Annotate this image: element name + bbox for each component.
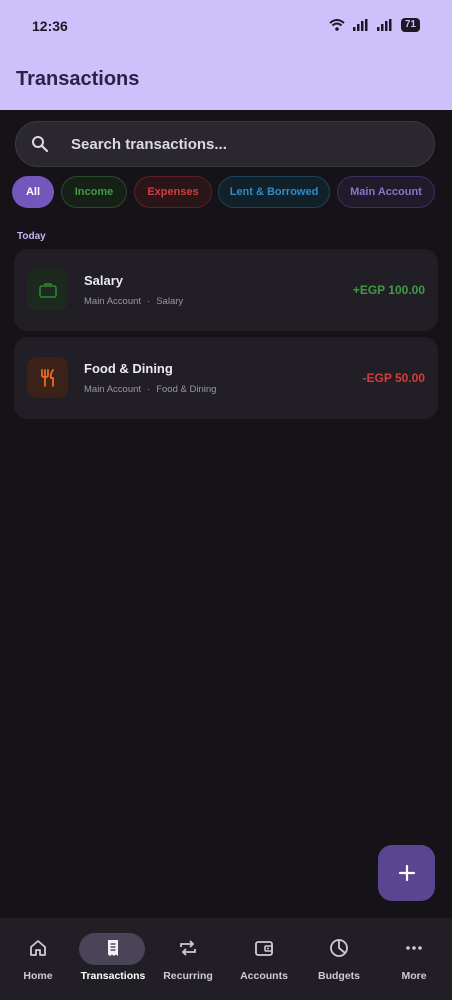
transaction-item[interactable]: Food & Dining Main Account · Food & Dini… (14, 337, 438, 419)
status-icons: 71 (329, 18, 420, 32)
nav-transactions[interactable]: Transactions (75, 918, 151, 1000)
app-bar: 12:36 71 Transactions (0, 0, 452, 110)
section-header-today: Today (17, 231, 46, 242)
search-input[interactable] (69, 134, 393, 154)
status-time: 12:36 (32, 18, 68, 34)
plus-icon (398, 864, 415, 882)
wallet-icon (255, 941, 273, 956)
add-transaction-button[interactable] (378, 845, 435, 901)
search-icon (32, 136, 49, 153)
bottom-navigation: Home Transactions Recurring Accounts Bud… (0, 918, 452, 1000)
receipt-icon (108, 940, 118, 956)
nav-more[interactable]: More (376, 918, 452, 1000)
wifi-icon (329, 19, 345, 31)
transaction-title: Food & Dining (84, 361, 173, 376)
page-title: Transactions (16, 68, 140, 90)
filter-chip-main-account[interactable]: Main Account (337, 176, 435, 208)
battery-indicator: 71 (400, 18, 420, 32)
briefcase-icon (38, 282, 57, 298)
filter-chips: All Income Expenses Lent & Borrowed Main… (12, 176, 452, 208)
transaction-account: Main Account (84, 384, 142, 395)
fork-knife-icon (40, 368, 54, 387)
transaction-icon-bg (27, 269, 68, 310)
nav-label: Transactions (80, 970, 146, 982)
transaction-meta: Main Account · Salary (84, 296, 183, 307)
more-icon (406, 946, 422, 950)
nav-accounts[interactable]: Accounts (226, 918, 302, 1000)
filter-chip-income[interactable]: Income (61, 176, 127, 208)
nav-label: Budgets (318, 970, 360, 982)
repeat-icon (180, 940, 196, 956)
nav-label: Accounts (240, 970, 288, 982)
transaction-account: Main Account (84, 296, 142, 307)
meta-separator: · (147, 384, 151, 395)
home-icon (30, 940, 46, 956)
search-bar[interactable] (15, 121, 435, 167)
transaction-category: Food & Dining (156, 384, 217, 395)
filter-chip-expenses[interactable]: Expenses (134, 176, 212, 208)
meta-separator: · (147, 296, 151, 307)
nav-recurring[interactable]: Recurring (150, 918, 226, 1000)
transaction-category: Salary (156, 296, 184, 307)
nav-label: More (401, 970, 427, 982)
transaction-amount: -EGP 50.00 (362, 371, 425, 385)
transaction-title: Salary (84, 273, 124, 288)
transaction-icon-bg (27, 357, 68, 398)
transaction-meta: Main Account · Food & Dining (84, 384, 216, 395)
pie-chart-icon (330, 939, 348, 957)
signal-icon-2 (376, 19, 392, 31)
nav-label: Recurring (163, 970, 213, 982)
filter-chip-all[interactable]: All (12, 176, 54, 208)
nav-home[interactable]: Home (0, 918, 76, 1000)
nav-label: Home (23, 970, 53, 982)
transaction-item[interactable]: Salary Main Account · Salary +EGP 100.00 (14, 249, 438, 331)
signal-icon (352, 19, 368, 31)
transaction-amount: +EGP 100.00 (352, 283, 425, 297)
filter-chip-lent-borrowed[interactable]: Lent & Borrowed (218, 176, 330, 208)
nav-budgets[interactable]: Budgets (301, 918, 377, 1000)
